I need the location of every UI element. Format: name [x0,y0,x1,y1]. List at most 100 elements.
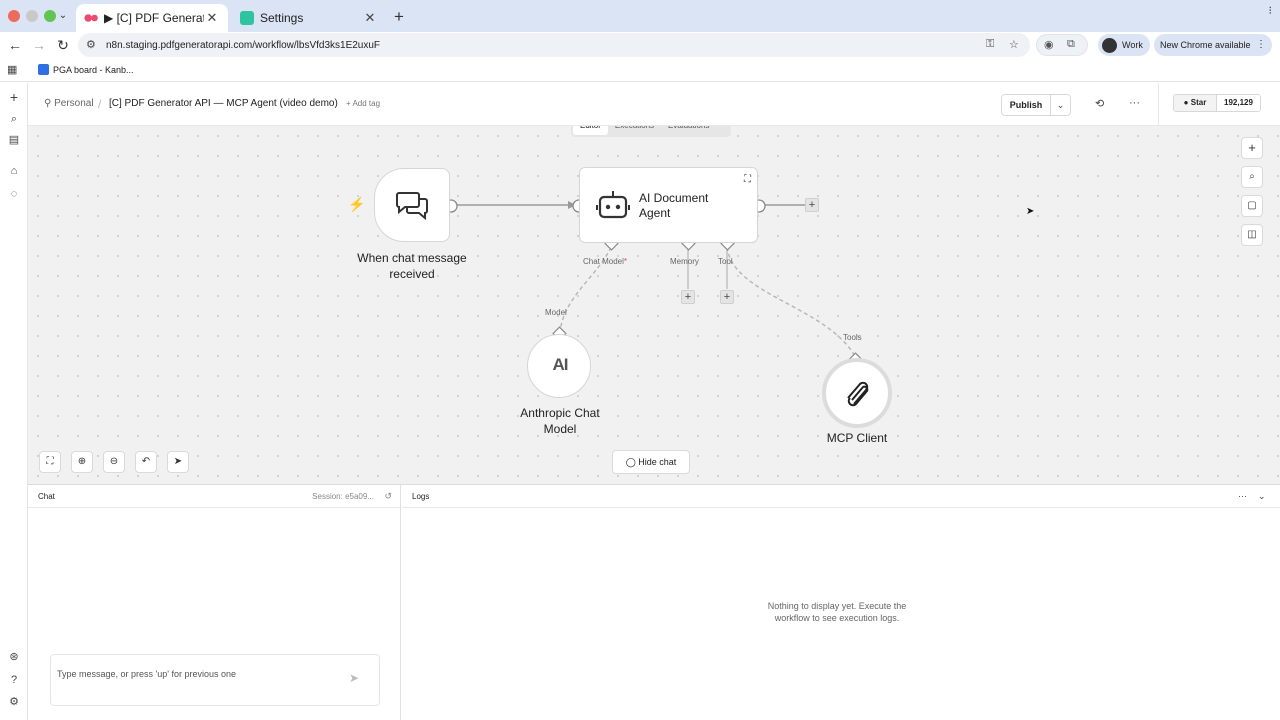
add-node-button[interactable]: + [1241,137,1263,159]
undo-icon[interactable]: ↶ [135,451,157,473]
n8n-sidebar: + ⌕ ▤ ⌂ ◌ ⊛ ? ⚙ [0,83,28,720]
workflow-title[interactable]: [C] PDF Generator API — MCP Agent (video… [109,98,338,109]
session-id[interactable]: Session: e5a09... [312,492,374,501]
tools-port-label: Tools [843,333,862,342]
breadcrumb-separator: / [98,97,102,111]
chat-bubbles-icon [396,192,428,221]
panel-toggle-icon[interactable]: ◫ [1241,224,1263,246]
collapse-chevron-icon[interactable]: ⌄ [1258,491,1266,502]
chat-trigger-node[interactable] [374,168,450,242]
add-tag-button[interactable]: + Add tag [346,99,380,108]
logs-empty-state: Nothing to display yet. Execute the work… [767,601,907,623]
github-star-label: Star [1190,98,1207,107]
chrome-update-button[interactable]: New Chrome available ⋮ [1154,34,1272,56]
help-icon[interactable]: ? [6,672,22,688]
avatar [1102,37,1117,53]
chrome-update-label: New Chrome available [1160,40,1251,50]
browser-toolbar: ← → ↻ ⚙ n8n.staging.pdfgeneratorapi.com/… [0,32,1280,58]
chat-panel-title: Chat [38,492,55,501]
extension-icon[interactable]: ◉ [1044,38,1054,51]
robot-icon [596,191,630,219]
add-icon[interactable]: + [6,89,22,105]
breadcrumb-personal[interactable]: ⚲ Personal [44,98,94,109]
workflow-header: ⚲ Personal / [C] PDF Generator API — MCP… [28,83,1280,126]
add-memory-button[interactable]: + [681,290,695,304]
tab-executions[interactable]: Executions [608,126,661,135]
tab-strip-menu-icon[interactable]: ⁝ [1269,4,1273,17]
chat-panel-header: Chat Session: e5a09... ↺ [28,485,400,508]
publish-button[interactable]: Publish [1002,95,1050,115]
select-tool-icon[interactable]: ➤ [167,451,189,473]
github-icon: ● [1183,98,1189,107]
send-icon[interactable]: ➤ [349,671,359,685]
tab-evaluations[interactable]: Evaluations [661,126,716,135]
tab-search-icon[interactable]: ⌄ [56,8,70,24]
chat-model-port-label: Chat Model* [583,257,628,266]
sidebar-toggle-icon[interactable]: ▤ [6,132,22,148]
reload-icon[interactable]: ↻ [54,36,72,54]
tab-editor[interactable]: Editor [573,126,608,135]
ai-agent-node[interactable]: AI Document Agent ⛶ [579,167,758,243]
back-icon[interactable]: ← [6,36,24,54]
sticky-note-icon[interactable]: ▢ [1241,195,1263,217]
more-options-icon[interactable]: ··· [1129,97,1140,109]
home-icon[interactable]: ⌂ [6,163,22,179]
publish-button-group: Publish ⌄ [1001,94,1071,116]
browser-tab-n8n[interactable]: ▶ [C] PDF Generator API – M ✕ [76,4,228,32]
bottom-panel: Chat Session: e5a09... ↺ Type message, o… [28,484,1280,720]
address-bar[interactable]: ⚙ n8n.staging.pdfgeneratorapi.com/workfl… [78,33,1030,57]
mcp-client-node[interactable] [822,358,892,428]
bookmark-item[interactable]: PGA board - Kanb... [38,64,134,75]
zoom-in-icon[interactable]: ⊕ [71,451,93,473]
workflow-canvas[interactable]: Editor Executions Evaluations ⚡ When cha… [28,126,1280,484]
chat-input-placeholder: Type message, or press 'up' for previous… [57,669,237,679]
github-star-button[interactable]: ● Star 192,129 [1173,94,1261,112]
tab-close-icon[interactable]: ✕ [204,10,220,26]
model-node-label: Anthropic Chat Model [520,406,600,436]
history-icon[interactable]: ⟲ [1095,97,1104,110]
chat-bubble-icon: ◯ [625,457,636,467]
canvas-search-icon[interactable]: ⌕ [1241,166,1263,188]
chat-icon[interactable]: ◌ [6,186,22,202]
expand-icon[interactable]: ⛶ [744,174,751,185]
new-tab-button[interactable]: + [394,7,404,27]
tool-port-label: Tool [718,257,733,266]
agent-node-label: AI Document Agent [639,191,709,220]
user-icon: ⚲ [44,98,52,109]
profile-button[interactable]: Work [1098,34,1150,56]
forward-icon[interactable]: → [30,36,48,54]
add-next-node-button[interactable]: + [805,198,819,212]
anthropic-model-node[interactable]: AI [527,334,591,398]
settings-gear-icon[interactable]: ⚙ [6,694,22,710]
logs-more-icon[interactable]: ··· [1238,491,1247,501]
apps-grid-icon[interactable]: ▦ [7,63,17,76]
fit-view-icon[interactable]: ⛶ [39,451,61,473]
chat-message-input[interactable]: Type message, or press 'up' for previous… [50,654,380,706]
site-info-icon[interactable]: ⚙ [86,38,100,52]
templates-icon[interactable]: ⊛ [6,649,22,665]
window-close-button[interactable] [8,10,20,22]
browser-tab-settings[interactable]: Settings ✕ [232,4,386,32]
trigger-node-label: When chat message received [357,251,467,281]
github-star-count: 192,129 [1216,95,1260,111]
password-key-icon[interactable]: ⚿ [986,38,994,51]
search-icon[interactable]: ⌕ [6,111,22,127]
model-port-label: Model [545,308,567,317]
bookmark-star-icon[interactable]: ☆ [1009,38,1019,51]
trello-icon [38,64,49,75]
lightning-bolt-icon: ⚡ [348,196,366,212]
window-zoom-button[interactable] [44,10,56,22]
tab-title: Settings [260,11,304,25]
puzzle-icon[interactable]: ⧉ [1067,38,1075,51]
hide-chat-button[interactable]: ◯ Hide chat [612,450,690,474]
tab-close-icon[interactable]: ✕ [362,10,378,26]
reset-session-icon[interactable]: ↺ [384,491,392,502]
chat-panel: Chat Session: e5a09... ↺ Type message, o… [28,485,401,720]
tool-connection[interactable] [726,246,857,359]
add-tool-button[interactable]: + [720,290,734,304]
chevron-down-icon[interactable]: ⌄ [1050,95,1070,115]
kebab-menu-icon: ⋮ [1256,39,1266,50]
settings-favicon-icon [240,11,254,25]
zoom-out-icon[interactable]: ⊖ [103,451,125,473]
window-minimize-button[interactable] [26,10,38,22]
